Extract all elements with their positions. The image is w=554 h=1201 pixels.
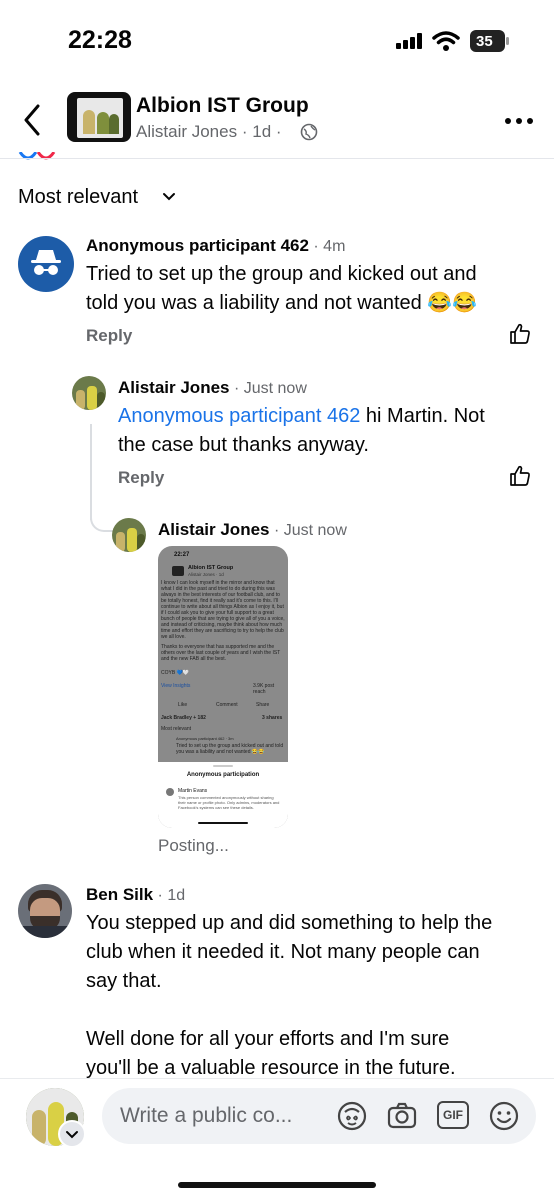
comment-line: You stepped up and did something to help… — [86, 912, 493, 934]
comment-line: Anonymous participant 462 hi Martin. Not — [118, 402, 485, 431]
sheet-handle — [213, 765, 233, 767]
posting-status: Posting... — [158, 836, 229, 855]
profile-switcher[interactable] — [58, 1120, 86, 1148]
shot-anon-name: Anonymous participant 462 · 3m — [176, 736, 234, 741]
comment-input[interactable] — [102, 1088, 536, 1144]
shot-sheet-name: Martin Evans — [178, 788, 208, 794]
shot-sheet-text: This person commented anonymously withou… — [178, 795, 280, 810]
meta-separator: · — [275, 122, 282, 141]
commenter-name[interactable]: Alistair Jones — [158, 520, 270, 539]
battery-level: 35 — [476, 33, 493, 50]
comment-fragment: hi Martin. Not — [360, 405, 485, 427]
comment-line: told you was a liability and not wanted … — [86, 292, 478, 314]
globe-icon — [300, 123, 318, 141]
shot-reactors: Jack Bradley + 182 — [161, 715, 206, 721]
shot-sort: Most relevant — [161, 726, 192, 732]
sort-selector[interactable]: Most relevant — [18, 186, 138, 209]
like-icon[interactable] — [508, 322, 532, 346]
like-icon[interactable] — [508, 464, 532, 488]
shot-share: Share — [256, 702, 270, 708]
comment-separator: · — [273, 522, 284, 539]
avatar-sticker-icon[interactable] — [336, 1100, 368, 1132]
incognito-icon — [31, 250, 61, 275]
reply-button[interactable]: Reply — [118, 468, 164, 488]
shot-author: Alistair Jones · 1d — [188, 572, 224, 577]
shot-sheet: Anonymous participation Martin Evans Thi… — [158, 762, 288, 828]
comment-time: 1d — [167, 887, 186, 904]
shot-sheet-title: Anonymous participation — [186, 772, 260, 778]
shot-comment: Comment — [216, 702, 238, 708]
shot-anon-text: Tried to set up the group and kicked out… — [176, 743, 284, 755]
more-icon[interactable] — [504, 116, 534, 126]
commenter-name[interactable]: Ben Silk — [86, 885, 153, 904]
comment-time: 4m — [323, 238, 346, 255]
chevron-down-icon[interactable] — [162, 192, 176, 202]
reactions-icon — [18, 152, 56, 160]
mention-link[interactable]: Anonymous participant 462 — [118, 405, 360, 427]
comment-header: Alistair Jones · Just now — [118, 378, 307, 398]
battery-indicator: 35 — [470, 30, 510, 52]
emoji-icon[interactable] — [488, 1100, 520, 1132]
shot-sheet-avatar — [166, 788, 174, 796]
comment-header: Alistair Jones · Just now — [158, 520, 347, 540]
comment-line: say that. — [86, 970, 162, 992]
shot-home-bar — [198, 822, 248, 824]
comment-separator: · — [313, 238, 324, 255]
commenter-avatar[interactable] — [112, 518, 146, 552]
shot-time: 22:27 — [174, 552, 190, 558]
header-divider — [0, 158, 554, 159]
camera-icon[interactable] — [386, 1100, 418, 1132]
wifi-icon — [432, 31, 460, 51]
attached-screenshot[interactable]: 22:27 Albion IST Group Alistair Jones · … — [158, 546, 288, 828]
commenter-name[interactable]: Alistair Jones — [118, 378, 230, 397]
comment-header: Anonymous participant 462 · 4m — [86, 236, 345, 256]
comment-separator: · — [233, 380, 244, 397]
reply-button[interactable]: Reply — [86, 326, 132, 346]
meta-separator: · — [241, 122, 253, 141]
comment-line: Tried to set up the group and kicked out… — [86, 263, 477, 285]
thread-connector — [90, 500, 116, 532]
shot-body: I know I can look myself in the mirror a… — [161, 580, 285, 640]
post-meta: Alistair Jones · 1d · — [136, 122, 282, 142]
post-age: 1d — [252, 122, 272, 141]
home-indicator — [178, 1182, 376, 1188]
commenter-avatar[interactable] — [72, 376, 106, 410]
post-author[interactable]: Alistair Jones — [136, 122, 237, 141]
commenter-name[interactable]: Anonymous participant 462 — [86, 236, 309, 255]
comment-time: Just now — [283, 522, 347, 539]
group-name[interactable]: Albion IST Group — [136, 94, 309, 118]
shot-insights: View Insights — [161, 683, 191, 689]
shot-group-name: Albion IST Group — [188, 565, 234, 571]
shot-coyb: COYB 💙🤍 — [161, 670, 190, 676]
commenter-avatar[interactable] — [18, 884, 72, 938]
comment-header: Ben Silk · 1d — [86, 885, 185, 905]
comment-time: Just now — [243, 380, 307, 397]
signal-icon — [396, 33, 422, 49]
shot-reach: 3.9K post reach — [253, 683, 275, 695]
comment-text: You stepped up and did something to help… — [86, 909, 492, 1083]
status-time: 22:28 — [68, 26, 132, 54]
back-icon[interactable] — [18, 102, 48, 138]
shot-group-avatar — [172, 566, 184, 576]
comment-text: Anonymous participant 462 hi Martin. Not… — [118, 402, 485, 460]
shot-body-2: Thanks to everyone that has supported me… — [161, 644, 281, 662]
shot-like: Like — [178, 702, 188, 708]
comment-line: the case but thanks anyway. — [118, 434, 369, 456]
gif-icon[interactable]: GIF — [437, 1101, 469, 1129]
comment-line: Well done for all your efforts and I'm s… — [86, 1028, 450, 1050]
comment-line: club when it needed it. Not many people … — [86, 941, 480, 963]
shot-shares: 3 shares — [262, 715, 283, 721]
comment-separator: · — [157, 887, 168, 904]
comment-text: Tried to set up the group and kicked out… — [86, 260, 477, 318]
group-avatar[interactable] — [67, 92, 131, 142]
anonymous-avatar[interactable] — [18, 236, 74, 292]
chevron-down-icon — [66, 1131, 78, 1139]
